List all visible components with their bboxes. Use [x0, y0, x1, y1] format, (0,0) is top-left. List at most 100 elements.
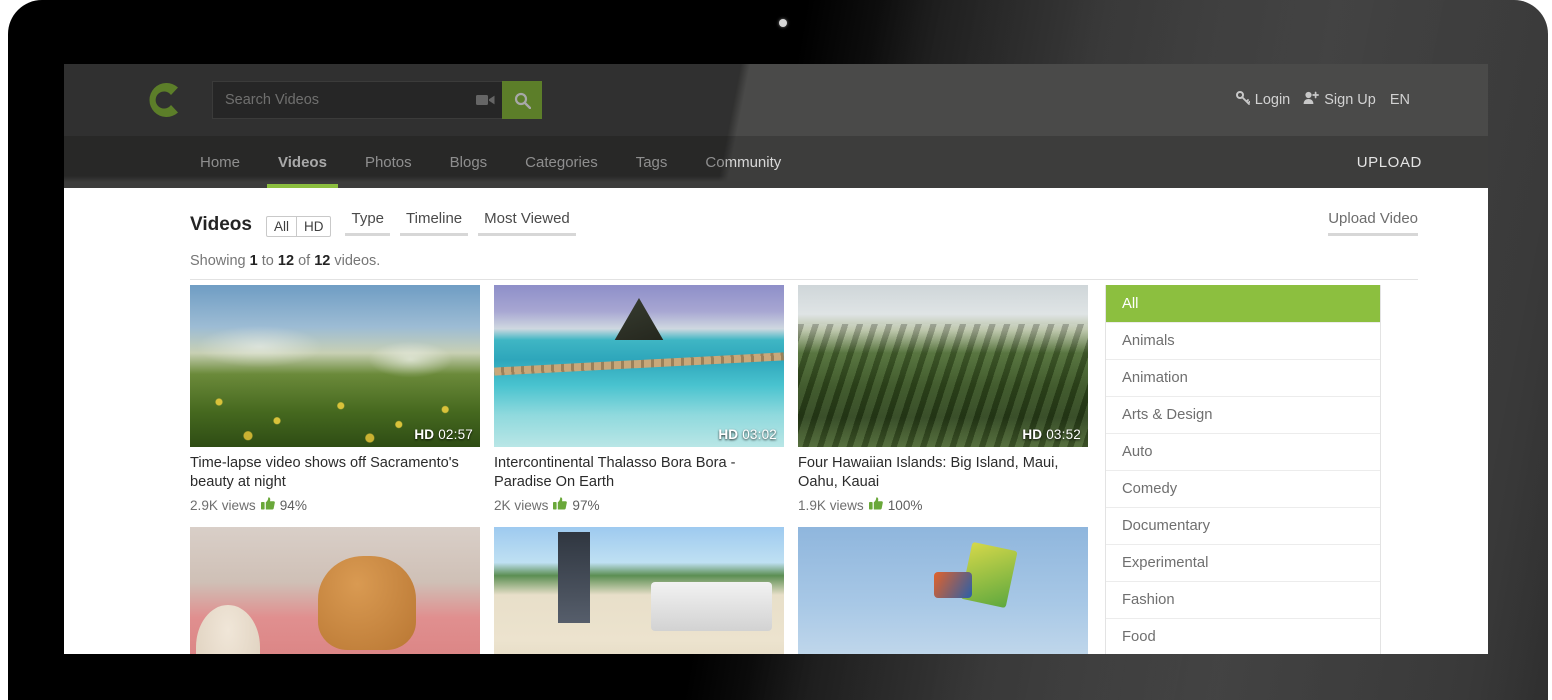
main-nav: Home Videos Photos Blogs Categories Tags… [64, 136, 1488, 188]
site-header: Login Sign Up EN [64, 64, 1488, 136]
video-meta: 2K views 97% [494, 497, 784, 513]
video-camera-icon[interactable] [468, 81, 502, 119]
category-item-arts-design[interactable]: Arts & Design [1106, 396, 1380, 433]
category-item-experimental[interactable]: Experimental [1106, 544, 1380, 581]
showing-to: 12 [277, 253, 295, 269]
nav-item-home[interactable]: Home [181, 136, 259, 188]
search-bar [212, 81, 542, 119]
category-item-documentary[interactable]: Documentary [1106, 507, 1380, 544]
results-count: Showing 1 to 12 of 12 videos. [190, 236, 1418, 269]
category-item-fashion[interactable]: Fashion [1106, 581, 1380, 618]
showing-of: of [298, 253, 311, 269]
video-title[interactable]: Intercontinental Thalasso Bora Bora - Pa… [494, 454, 784, 492]
screen: Login Sign Up EN Home [64, 64, 1488, 654]
nav-items: Home Videos Photos Blogs Categories Tags… [181, 136, 800, 188]
thumbs-up-icon [260, 497, 275, 513]
category-sidebar: All Animals Animation Arts & Design Auto… [1105, 285, 1381, 654]
rating-percent: 97% [572, 497, 600, 513]
nav-item-categories[interactable]: Categories [506, 136, 617, 188]
signup-link[interactable]: Sign Up [1300, 91, 1379, 109]
filter-most-viewed[interactable]: Most Viewed [478, 210, 576, 236]
category-item-food[interactable]: Food [1106, 618, 1380, 654]
video-meta: 2.9K views 94% [190, 497, 480, 513]
video-thumbnail[interactable]: HD 02:57 [190, 285, 480, 447]
video-card[interactable]: HD 03:52 Four Hawaiian Islands: Big Isla… [798, 285, 1088, 517]
webcam-dot [779, 19, 787, 27]
video-card[interactable]: HD 03:02 Intercontinental Thalasso Bora … [494, 285, 784, 517]
key-icon [1235, 91, 1251, 109]
view-count: 2K views [494, 497, 549, 513]
quality-label: HD [414, 427, 435, 442]
signup-label: Sign Up [1324, 92, 1376, 108]
filter-bar: Videos All HD Type Timeline Most Viewed … [190, 188, 1418, 237]
search-button[interactable] [502, 81, 542, 119]
login-link[interactable]: Login [1233, 91, 1293, 109]
duration-badge: HD 02:57 [414, 427, 473, 442]
thumbnail-art [494, 527, 784, 654]
rating-percent: 94% [279, 497, 307, 513]
video-meta: 1.9K views 100% [798, 497, 1088, 513]
nav-item-videos[interactable]: Videos [259, 136, 346, 188]
filter-all[interactable]: All [267, 217, 296, 236]
video-card[interactable]: HD 01:14 [190, 527, 480, 654]
video-title[interactable]: Four Hawaiian Islands: Big Island, Maui,… [798, 454, 1088, 492]
duration-badge: HD 03:52 [1022, 427, 1081, 442]
video-thumbnail[interactable]: HD 02:53 [798, 527, 1088, 654]
showing-total: 12 [314, 253, 331, 269]
user-plus-icon [1303, 91, 1320, 109]
video-title[interactable]: Time-lapse video shows off Sacramento's … [190, 454, 480, 492]
laptop-frame: Login Sign Up EN Home [8, 0, 1548, 700]
thumbnail-art [190, 527, 480, 654]
showing-from: 1 [249, 253, 258, 269]
video-thumbnail[interactable]: HD 03:02 [494, 285, 784, 447]
search-field[interactable] [212, 81, 468, 119]
quality-label: HD [718, 427, 739, 442]
duration-label: 02:57 [438, 427, 473, 442]
showing-prefix: Showing [190, 253, 246, 269]
view-count: 2.9K views [190, 497, 256, 513]
nav-item-community[interactable]: Community [686, 136, 800, 188]
thumbs-up-icon [868, 497, 883, 513]
video-card[interactable]: HD 04:12 [494, 527, 784, 654]
nav-item-blogs[interactable]: Blogs [431, 136, 507, 188]
nav-item-tags[interactable]: Tags [617, 136, 687, 188]
header-account-links: Login Sign Up EN [1233, 91, 1414, 109]
video-card[interactable]: HD 02:57 Time-lapse video shows off Sacr… [190, 285, 480, 517]
quality-segment: All HD [265, 215, 332, 237]
duration-badge: HD 03:02 [718, 427, 777, 442]
thumbs-up-icon [553, 497, 568, 513]
category-item-auto[interactable]: Auto [1106, 433, 1380, 470]
showing-suffix: videos. [334, 253, 381, 269]
language-selector[interactable]: EN [1386, 92, 1414, 108]
video-thumbnail[interactable]: HD 03:52 [798, 285, 1088, 447]
duration-label: 03:02 [742, 427, 777, 442]
view-count: 1.9K views [798, 497, 864, 513]
category-item-animation[interactable]: Animation [1106, 359, 1380, 396]
page-title: Videos [190, 214, 252, 235]
filter-hd[interactable]: HD [295, 216, 331, 236]
nav-upload-button[interactable]: UPLOAD [1357, 136, 1422, 188]
thumbnail-art [190, 285, 480, 447]
login-label: Login [1254, 92, 1291, 108]
video-thumbnail[interactable]: HD 01:14 [190, 527, 480, 654]
site-logo[interactable] [141, 77, 187, 123]
video-thumbnail[interactable]: HD 04:12 [494, 527, 784, 654]
video-card[interactable]: HD 02:53 [798, 527, 1088, 654]
filter-timeline[interactable]: Timeline [400, 210, 469, 236]
filter-divider [190, 279, 1418, 280]
category-item-animals[interactable]: Animals [1106, 322, 1380, 359]
video-grid: HD 02:57 Time-lapse video shows off Sacr… [190, 285, 1088, 654]
search-input[interactable] [225, 92, 468, 108]
category-item-comedy[interactable]: Comedy [1106, 470, 1380, 507]
rating-percent: 100% [887, 497, 923, 513]
upload-video-link[interactable]: Upload Video [1328, 210, 1418, 236]
showing-mid: to [261, 253, 274, 269]
content-area: HD 02:57 Time-lapse video shows off Sacr… [190, 285, 1418, 654]
page-body: Videos All HD Type Timeline Most Viewed … [64, 188, 1488, 654]
thumbnail-art [798, 527, 1088, 654]
nav-item-photos[interactable]: Photos [346, 136, 431, 188]
filter-type[interactable]: Type [345, 210, 391, 236]
thumbnail-art [494, 285, 784, 447]
thumbnail-art [798, 285, 1088, 447]
category-item-all[interactable]: All [1106, 285, 1380, 322]
